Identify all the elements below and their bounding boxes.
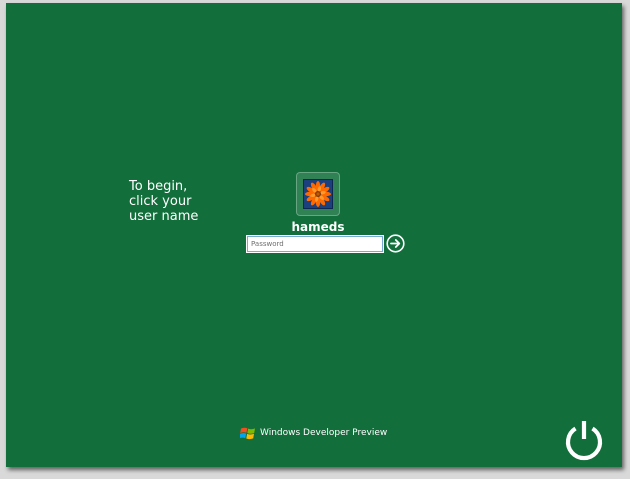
user-name[interactable]: hameds [268, 220, 368, 234]
instructions-line-2: click your [129, 194, 192, 209]
window-frame: To begin, click your user name hameds Wi… [0, 0, 630, 479]
branding-text: Windows Developer Preview [260, 428, 388, 438]
instructions-line-1: To begin, [129, 179, 188, 194]
flower-icon [305, 181, 331, 207]
instructions-text: To begin, click your user name [129, 179, 249, 224]
avatar [303, 179, 333, 209]
instructions-line-3: user name [129, 209, 199, 224]
user-tile[interactable] [296, 172, 340, 216]
power-icon[interactable] [561, 417, 607, 463]
branding: Windows Developer Preview [240, 425, 387, 441]
submit-arrow-icon[interactable] [386, 234, 405, 253]
logon-screen: To begin, click your user name hameds Wi… [6, 3, 622, 467]
windows-flag-icon [240, 427, 255, 439]
password-input[interactable] [247, 236, 383, 252]
